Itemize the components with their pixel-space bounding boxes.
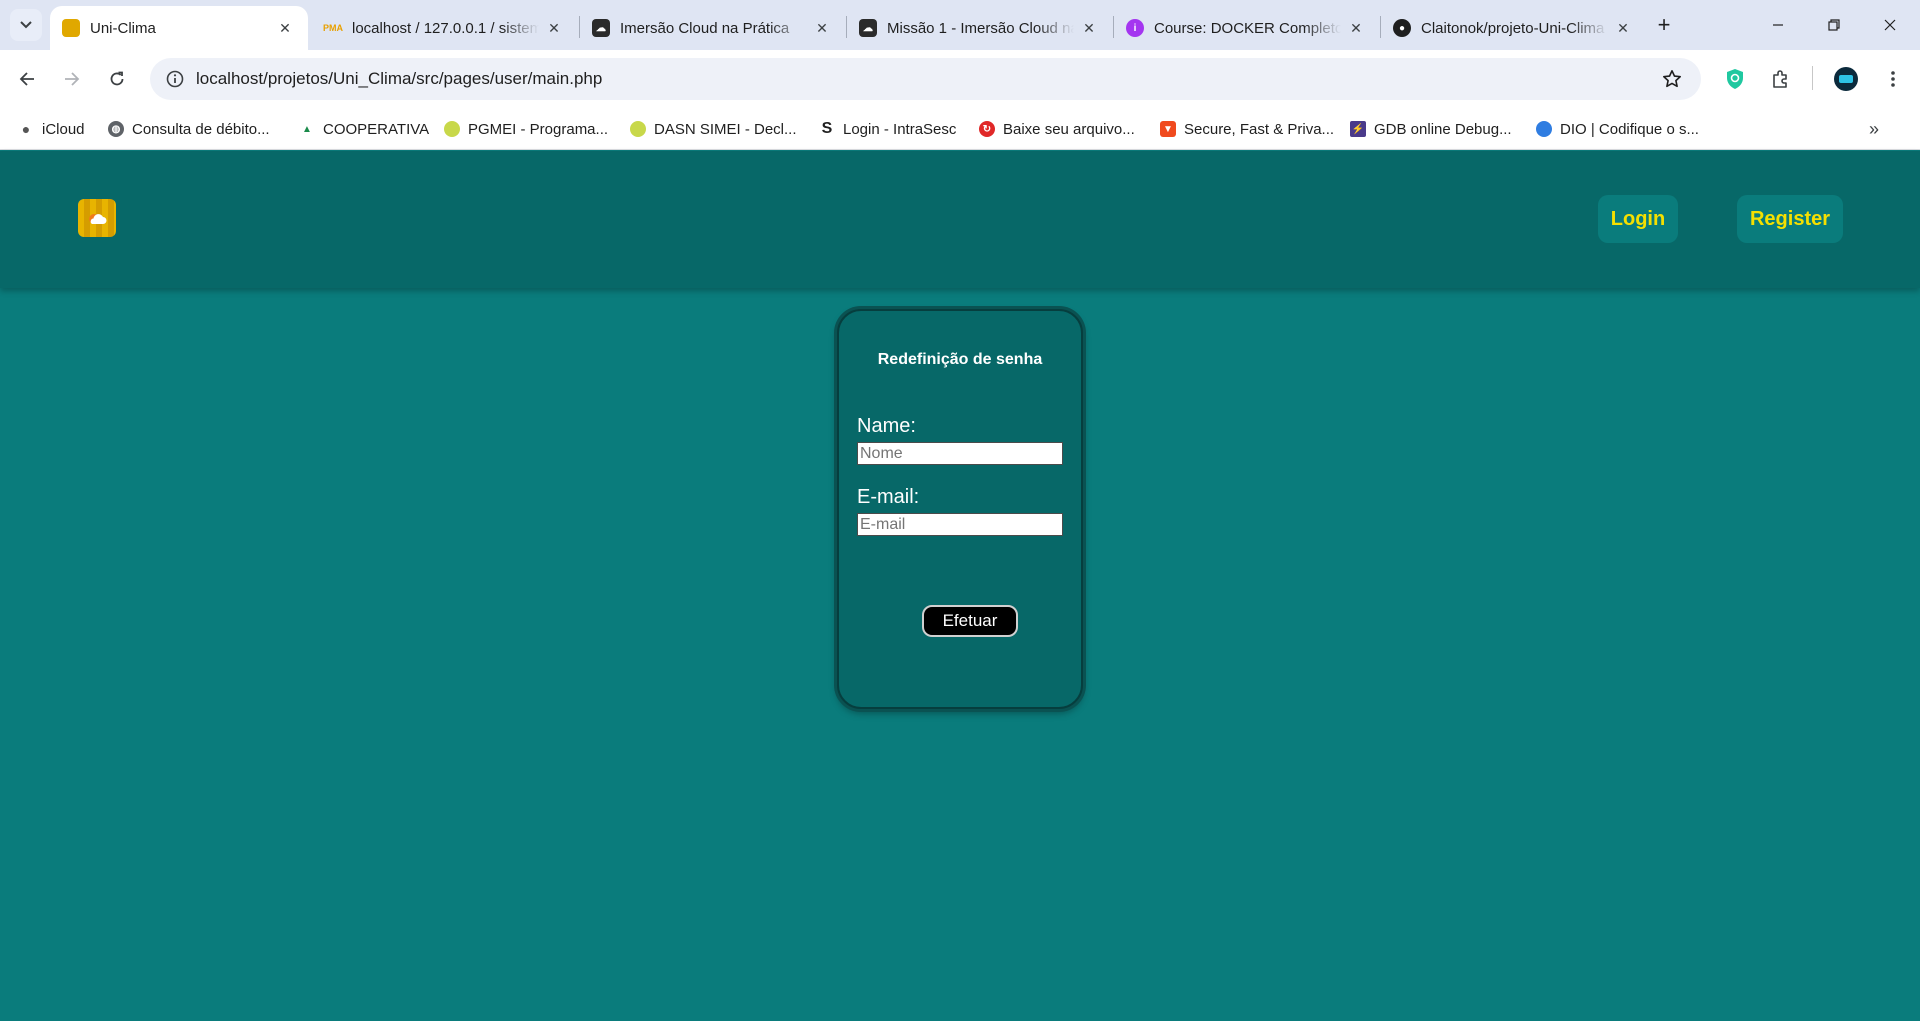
tab-search-button[interactable]	[10, 9, 42, 41]
login-button[interactable]: Login	[1598, 195, 1678, 243]
close-icon[interactable]: ✕	[276, 19, 294, 37]
bookmark-label: Secure, Fast & Priva...	[1184, 120, 1335, 138]
email-input[interactable]	[857, 513, 1063, 536]
pgmei-icon	[444, 121, 460, 137]
tab-title: Course: DOCKER Completo	[1154, 19, 1341, 37]
minimize-icon	[1773, 24, 1783, 26]
sesc-icon: S	[821, 120, 833, 137]
tab-uni-clima[interactable]: Uni-Clima ✕	[50, 6, 308, 50]
password-reset-form: Redefinição de senha Name: E-mail: Efetu…	[837, 309, 1083, 709]
chevron-down-icon	[20, 21, 32, 29]
close-icon	[1884, 19, 1896, 31]
arrow-right-icon	[65, 72, 80, 86]
bookmark-item[interactable]: PGMEI - Programa...	[444, 108, 608, 150]
cloud-favicon: ☁	[859, 19, 877, 37]
arrow-left-icon	[19, 72, 34, 86]
bookmarks-bar: ● iCloud ◍ Consulta de débito... ▲ COOPE…	[0, 108, 1920, 150]
apple-icon: ●	[21, 121, 31, 137]
bookmark-label: DIO | Codifique o s...	[1560, 120, 1699, 138]
reload-button[interactable]	[100, 62, 134, 96]
browser-menu-icon[interactable]	[1876, 62, 1910, 96]
browser-tab-strip: Uni-Clima ✕ PMA localhost / 127.0.0.1 / …	[0, 0, 1920, 50]
bookmark-item[interactable]: ⚡ GDB online Debug...	[1350, 108, 1512, 150]
tab-title: Claitonok/projeto-Uni-Clima	[1421, 19, 1605, 37]
close-icon[interactable]: ✕	[813, 19, 831, 37]
forward-button[interactable]	[55, 62, 89, 96]
tab-imersao-cloud[interactable]: ☁ Imersão Cloud na Prática ✕	[580, 6, 845, 50]
profile-avatar[interactable]	[1829, 62, 1863, 96]
dasn-icon	[630, 121, 646, 137]
tab-title: Imersão Cloud na Prática	[620, 19, 790, 37]
brave-icon: ▼	[1160, 121, 1176, 137]
bookmark-item[interactable]: ◍ Consulta de débito...	[108, 108, 270, 150]
back-button[interactable]	[10, 62, 44, 96]
globe-icon: ◍	[108, 121, 124, 137]
bookmark-item[interactable]: ↻ Baixe seu arquivo...	[979, 108, 1135, 150]
address-url[interactable]: localhost/projetos/Uni_Clima/src/pages/u…	[196, 69, 602, 89]
site-header: Login Register	[0, 151, 1920, 288]
phpmyadmin-favicon: PMA	[323, 23, 343, 33]
bookmark-item[interactable]: DIO | Codifique o s...	[1536, 108, 1699, 150]
close-window-button[interactable]	[1862, 8, 1918, 42]
course-favicon: i	[1126, 19, 1144, 37]
tab-missao-1[interactable]: ☁ Missão 1 - Imersão Cloud na Prática ✕	[847, 6, 1112, 50]
bookmark-item[interactable]: ● iCloud	[18, 108, 85, 150]
bookmark-item[interactable]: ▲ COOPERATIVA	[299, 108, 429, 150]
bookmark-label: GDB online Debug...	[1374, 120, 1512, 138]
name-input[interactable]	[857, 442, 1063, 465]
browser-toolbar: localhost/projetos/Uni_Clima/src/pages/u…	[0, 50, 1920, 108]
close-icon[interactable]: ✕	[1080, 19, 1098, 37]
cloud-favicon: ☁	[592, 19, 610, 37]
tab-title: localhost / 127.0.0.1 / sistema	[352, 19, 539, 37]
bookmark-item[interactable]: ▼ Secure, Fast & Priva...	[1160, 108, 1334, 150]
tab-title: Uni-Clima	[90, 19, 156, 37]
restore-button[interactable]	[1806, 8, 1862, 42]
download-site-icon: ↻	[979, 121, 995, 137]
bookmark-star-icon[interactable]	[1661, 68, 1683, 90]
new-tab-button[interactable]: +	[1651, 12, 1677, 38]
bookmark-label: iCloud	[42, 120, 85, 138]
close-icon[interactable]: ✕	[1347, 19, 1365, 37]
site-info-icon[interactable]	[164, 68, 186, 90]
github-favicon: ●	[1393, 19, 1411, 37]
dio-icon	[1536, 121, 1552, 137]
bookmark-label: PGMEI - Programa...	[468, 120, 609, 138]
bookmark-label: COOPERATIVA	[323, 120, 430, 138]
uni-clima-favicon	[62, 19, 80, 37]
tab-github[interactable]: ● Claitonok/projeto-Uni-Clima ✕	[1381, 6, 1646, 50]
name-label: Name:	[857, 415, 916, 437]
bookmark-label: Login - IntraSesc	[843, 120, 957, 138]
bookmark-item[interactable]: DASN SIMEI - Decl...	[630, 108, 797, 150]
uni-clima-logo[interactable]	[78, 199, 116, 237]
gdb-icon: ⚡	[1350, 121, 1366, 137]
bookmark-label: Consulta de débito...	[132, 120, 270, 138]
address-bar[interactable]: localhost/projetos/Uni_Clima/src/pages/u…	[150, 58, 1701, 100]
plus-icon: +	[1657, 12, 1671, 37]
double-chevron-right-icon: »	[1868, 118, 1879, 139]
register-button[interactable]: Register	[1737, 195, 1843, 243]
bookmark-label: DASN SIMEI - Decl...	[654, 120, 797, 138]
reload-icon	[110, 71, 124, 86]
bookmark-item[interactable]: S Login - IntraSesc	[819, 108, 957, 150]
vpn-shield-icon[interactable]	[1718, 62, 1752, 96]
tab-phpmyadmin[interactable]: PMA localhost / 127.0.0.1 / sistema ✕	[312, 6, 577, 50]
tab-docker-course[interactable]: i Course: DOCKER Completo ✕	[1114, 6, 1379, 50]
extensions-puzzle-icon[interactable]	[1764, 62, 1798, 96]
toolbar-divider	[1812, 66, 1813, 90]
close-icon[interactable]: ✕	[545, 19, 563, 37]
minimize-button[interactable]	[1750, 8, 1806, 42]
restore-icon	[1828, 19, 1840, 31]
form-title: Redefinição de senha	[877, 351, 1043, 368]
bookmark-label: Baixe seu arquivo...	[1003, 120, 1135, 138]
submit-button[interactable]: Efetuar	[922, 605, 1018, 637]
close-icon[interactable]: ✕	[1614, 19, 1632, 37]
tab-title: Missão 1 - Imersão Cloud na Prática	[887, 19, 1074, 37]
bookmarks-overflow-button[interactable]: »	[1862, 118, 1886, 140]
email-label: E-mail:	[857, 486, 920, 508]
cooperativa-icon: ▲	[302, 123, 312, 135]
